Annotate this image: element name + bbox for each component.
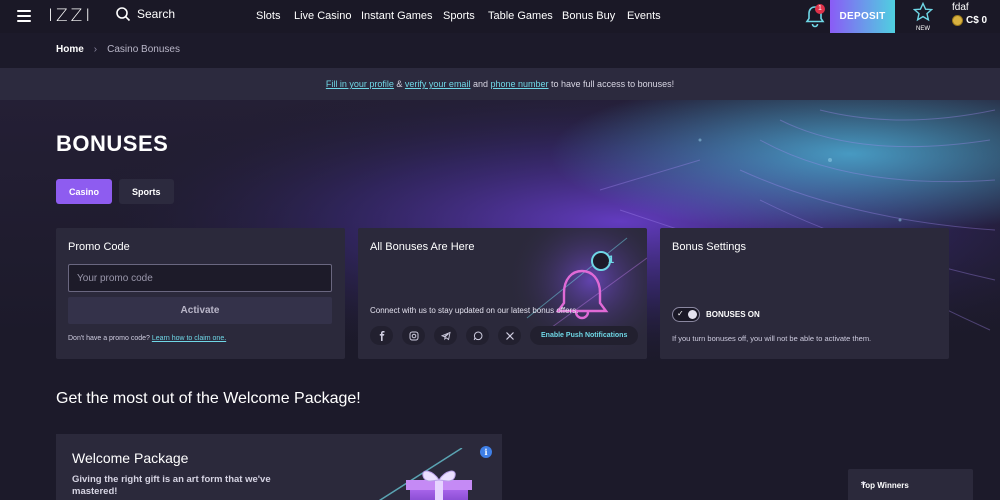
telegram-button[interactable] — [434, 326, 457, 345]
deposit-button[interactable]: DEPOSIT — [830, 0, 895, 33]
facebook-icon — [379, 330, 384, 341]
toggle-label: BONUSES ON — [706, 310, 760, 319]
instagram-icon — [409, 331, 418, 340]
nav-slots[interactable]: Slots — [256, 10, 280, 22]
promo-code-card: Promo Code Activate Don't have a promo c… — [56, 228, 345, 359]
settings-note: If you turn bonuses off, you will not be… — [672, 334, 872, 343]
notification-badge: 1 — [815, 4, 825, 14]
search-icon — [116, 7, 131, 22]
bell-badge-count: 1 — [608, 254, 615, 266]
phone-number-link[interactable]: phone number — [490, 79, 548, 89]
star-icon — [912, 1, 934, 22]
connect-text: Connect with us to stay updated on our l… — [370, 306, 579, 315]
notice-rest: to have full access to bonuses! — [548, 79, 675, 89]
promo-code-title: Promo Code — [68, 241, 130, 253]
welcome-heading: Get the most out of the Welcome Package! — [56, 390, 361, 407]
top-nav: IZZI Search Slots Live Casino Instant Ga… — [0, 0, 1000, 33]
logo[interactable]: IZZI — [48, 6, 93, 26]
menu-icon[interactable] — [17, 10, 31, 22]
tab-casino[interactable]: Casino — [56, 179, 113, 204]
whatsapp-icon — [473, 331, 482, 340]
fill-profile-link[interactable]: Fill in your profile — [326, 79, 394, 89]
all-bonuses-title: All Bonuses Are Here — [370, 241, 475, 253]
breadcrumb: Home › Casino Bonuses — [56, 44, 180, 55]
notice-amp: & — [393, 79, 405, 89]
enable-push-button[interactable]: Enable Push Notifications — [530, 326, 639, 345]
promo-code-input[interactable] — [68, 264, 332, 292]
instagram-button[interactable] — [402, 326, 425, 345]
nav-instant-games[interactable]: Instant Games — [361, 10, 433, 22]
bonus-tabs: Casino Sports — [56, 179, 174, 204]
welcome-title: Welcome Package — [72, 450, 189, 466]
search-button[interactable]: Search — [115, 6, 175, 22]
promo-help: Don't have a promo code? Learn how to cl… — [68, 335, 226, 342]
page-title: BONUSES — [56, 131, 169, 156]
balance: C$ 0 — [966, 15, 988, 26]
coin-icon — [952, 15, 963, 26]
welcome-text: Giving the right gift is an art form tha… — [72, 474, 271, 497]
gift-icon — [378, 448, 472, 500]
nav-bonus-buy[interactable]: Bonus Buy — [562, 10, 615, 22]
toggle-knob — [688, 310, 697, 319]
nav-live-casino[interactable]: Live Casino — [294, 10, 351, 22]
top-winners-tab[interactable]: Top Winners ^ — [848, 469, 973, 500]
bonus-toggle-row: ✓ BONUSES ON — [672, 307, 760, 322]
bonuses-toggle[interactable]: ✓ — [672, 307, 700, 322]
breadcrumb-current: Casino Bonuses — [107, 44, 180, 55]
search-label: Search — [137, 7, 176, 21]
nav-sports[interactable]: Sports — [443, 10, 475, 22]
x-button[interactable] — [498, 326, 521, 345]
social-links: Enable Push Notifications — [370, 326, 639, 345]
info-icon[interactable]: i — [480, 446, 492, 458]
notifications-button[interactable]: 1 — [803, 3, 827, 29]
x-icon — [505, 331, 514, 340]
all-bonuses-card: 1 All Bonuses Are Here Connect with us t… — [358, 228, 647, 359]
whatsapp-button[interactable] — [466, 326, 489, 345]
facebook-button[interactable] — [370, 326, 393, 345]
profile-notice: Fill in your profile & verify your email… — [0, 68, 1000, 100]
nav-table-games[interactable]: Table Games — [488, 10, 553, 22]
activate-button[interactable]: Activate — [68, 297, 332, 324]
breadcrumb-home[interactable]: Home — [56, 44, 84, 55]
new-label: NEW — [916, 26, 930, 32]
new-button[interactable]: NEW — [910, 1, 936, 32]
nav-events[interactable]: Events — [627, 10, 661, 22]
chevron-right-icon: › — [93, 44, 98, 55]
learn-how-link[interactable]: Learn how to claim one. — [152, 335, 226, 342]
user-info[interactable]: fdaf C$ 0 — [952, 2, 987, 26]
username: fdaf — [952, 2, 969, 13]
promo-help-text: Don't have a promo code? — [68, 335, 150, 342]
bonus-settings-card: Bonus Settings ✓ BONUSES ON If you turn … — [660, 228, 949, 359]
notice-and: and — [470, 79, 491, 89]
breadcrumb-bar: Home › Casino Bonuses — [0, 33, 1000, 67]
chevron-up-icon: ^ — [861, 480, 866, 489]
welcome-package-card[interactable]: Welcome Package Giving the right gift is… — [56, 434, 502, 500]
verify-email-link[interactable]: verify your email — [405, 79, 471, 89]
bonus-settings-title: Bonus Settings — [672, 241, 746, 253]
bonuses-section: BONUSES Casino Sports Promo Code Activat… — [0, 100, 1000, 500]
telegram-icon — [440, 331, 451, 340]
tab-sports[interactable]: Sports — [119, 179, 174, 204]
check-icon: ✓ — [677, 309, 684, 318]
